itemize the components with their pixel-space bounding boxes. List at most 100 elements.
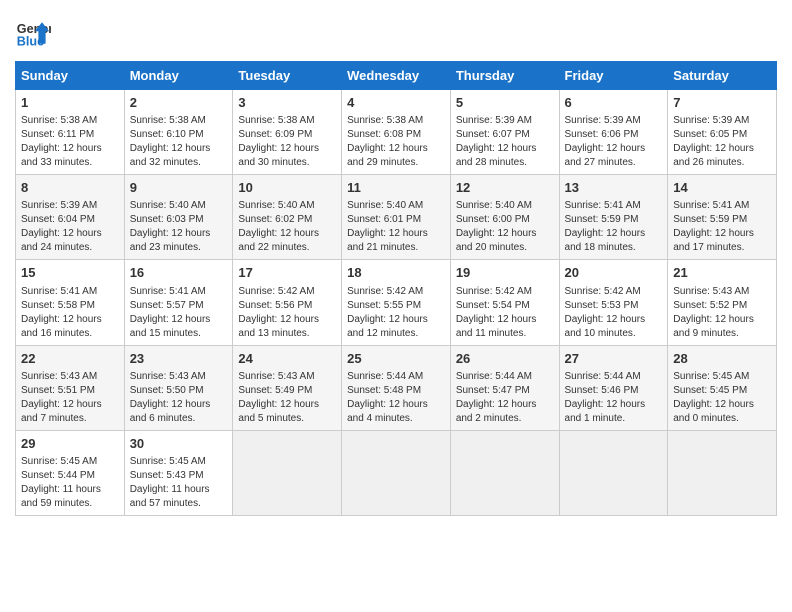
day-number: 28 [673,350,771,368]
day-header-sunday: Sunday [16,62,125,90]
sunrise-label: Sunrise: 5:38 AM [238,115,314,126]
day-number: 18 [347,264,445,282]
day-number: 21 [673,264,771,282]
sunrise-label: Sunrise: 5:45 AM [673,371,749,382]
calendar-week-row: 8 Sunrise: 5:39 AM Sunset: 6:04 PM Daylight… [16,175,777,260]
sunset-label: Sunset: 5:59 PM [673,214,747,225]
sunset-label: Sunset: 5:46 PM [565,385,639,396]
daylight-label: Daylight: 12 hours and 16 minutes. [21,314,102,339]
sunset-label: Sunset: 5:57 PM [130,300,204,311]
calendar-week-row: 29 Sunrise: 5:45 AM Sunset: 5:44 PM Dayligh… [16,430,777,515]
calendar-week-row: 15Sunrise: 5:41 AMSunset: 5:58 PMDayligh… [16,260,777,345]
day-number: 19 [456,264,554,282]
daylight-label: Daylight: 12 hours and 5 minutes. [238,399,319,424]
daylight-label: Daylight: 12 hours and 7 minutes. [21,399,102,424]
day-number: 22 [21,350,119,368]
day-header-saturday: Saturday [668,62,777,90]
sunrise-label: Sunrise: 5:41 AM [565,200,641,211]
sunset-label: Sunset: 5:44 PM [21,470,95,481]
sunrise-label: Sunrise: 5:39 AM [565,115,641,126]
sunrise-label: Sunrise: 5:38 AM [130,115,206,126]
sunrise-label: Sunrise: 5:44 AM [565,371,641,382]
sunrise-label: Sunrise: 5:39 AM [21,200,97,211]
day-number: 6 [565,94,663,112]
sunrise-label: Sunrise: 5:39 AM [673,115,749,126]
sunrise-label: Sunrise: 5:43 AM [238,371,314,382]
calendar-cell: 3 Sunrise: 5:38 AM Sunset: 6:09 PM Daylight… [233,90,342,175]
sunset-label: Sunset: 5:54 PM [456,300,530,311]
day-number: 10 [238,179,336,197]
day-header-tuesday: Tuesday [233,62,342,90]
calendar-cell: 30Sunrise: 5:45 AMSunset: 5:43 PMDayligh… [124,430,233,515]
sunrise-label: Sunrise: 5:42 AM [565,286,641,297]
calendar-cell: 7Sunrise: 5:39 AMSunset: 6:05 PMDaylight… [668,90,777,175]
calendar-cell: 20Sunrise: 5:42 AMSunset: 5:53 PMDayligh… [559,260,668,345]
calendar-week-row: 1Sunrise: 5:38 AMSunset: 6:11 PMDaylight… [16,90,777,175]
daylight-label: Daylight: 12 hours and 6 minutes. [130,399,211,424]
daylight-label: Daylight: 12 hours and 17 minutes. [673,228,754,253]
sunset-label: Sunset: 5:58 PM [21,300,95,311]
day-header-thursday: Thursday [450,62,559,90]
sunrise-label: Sunrise: 5:42 AM [238,286,314,297]
day-number: 27 [565,350,663,368]
sunset-label: Sunset: 5:56 PM [238,300,312,311]
calendar-cell: 16Sunrise: 5:41 AMSunset: 5:57 PMDayligh… [124,260,233,345]
day-number: 24 [238,350,336,368]
calendar-cell: 6Sunrise: 5:39 AMSunset: 6:06 PMDaylight… [559,90,668,175]
day-number: 29 [21,435,119,453]
daylight-label: Daylight: 12 hours and 29 minutes. [347,143,428,168]
calendar-cell: 23Sunrise: 5:43 AMSunset: 5:50 PMDayligh… [124,345,233,430]
daylight-label: Daylight: 12 hours and 11 minutes. [456,314,537,339]
sunset-label: Sunset: 5:51 PM [21,385,95,396]
day-number: 26 [456,350,554,368]
sunrise-label: Sunrise: 5:40 AM [456,200,532,211]
sunrise-label: Sunrise: 5:38 AM [347,115,423,126]
calendar-cell: 13Sunrise: 5:41 AMSunset: 5:59 PMDayligh… [559,175,668,260]
calendar-cell: 14Sunrise: 5:41 AMSunset: 5:59 PMDayligh… [668,175,777,260]
daylight-label: Daylight: 12 hours and 9 minutes. [673,314,754,339]
calendar-cell: 2Sunrise: 5:38 AMSunset: 6:10 PMDaylight… [124,90,233,175]
calendar-cell: 9Sunrise: 5:40 AMSunset: 6:03 PMDaylight… [124,175,233,260]
sunset-label: Sunset: 5:53 PM [565,300,639,311]
day-number: 2 [130,94,228,112]
day-number: 16 [130,264,228,282]
day-number: 30 [130,435,228,453]
day-number: 25 [347,350,445,368]
sunrise-label: Sunrise: 5:42 AM [347,286,423,297]
daylight-label: Daylight: 11 hours and 59 minutes. [21,484,101,509]
sunset-label: Sunset: 6:05 PM [673,129,747,140]
sunrise-label: Sunrise: 5:40 AM [347,200,423,211]
day-number: 23 [130,350,228,368]
daylight-label: Daylight: 12 hours and 10 minutes. [565,314,646,339]
sunset-label: Sunset: 5:45 PM [673,385,747,396]
sunset-label: Sunset: 5:52 PM [673,300,747,311]
logo-icon: General Blue [15,15,51,51]
daylight-label: Daylight: 12 hours and 23 minutes. [130,228,211,253]
sunrise-label: Sunrise: 5:39 AM [456,115,532,126]
page-header: General Blue [15,15,777,51]
sunset-label: Sunset: 5:50 PM [130,385,204,396]
sunset-label: Sunset: 6:04 PM [21,214,95,225]
calendar-cell [342,430,451,515]
sunset-label: Sunset: 6:11 PM [21,129,94,140]
daylight-label: Daylight: 12 hours and 2 minutes. [456,399,537,424]
day-number: 3 [238,94,336,112]
calendar-header-row: SundayMondayTuesdayWednesdayThursdayFrid… [16,62,777,90]
sunrise-label: Sunrise: 5:41 AM [673,200,749,211]
day-number: 5 [456,94,554,112]
calendar-cell: 22Sunrise: 5:43 AMSunset: 5:51 PMDayligh… [16,345,125,430]
daylight-label: Daylight: 12 hours and 27 minutes. [565,143,646,168]
day-number: 8 [21,179,119,197]
daylight-label: Daylight: 12 hours and 22 minutes. [238,228,319,253]
calendar-table: SundayMondayTuesdayWednesdayThursdayFrid… [15,61,777,516]
sunset-label: Sunset: 6:07 PM [456,129,530,140]
sunset-label: Sunset: 5:55 PM [347,300,421,311]
day-number: 12 [456,179,554,197]
day-number: 17 [238,264,336,282]
sunrise-label: Sunrise: 5:45 AM [130,456,206,467]
sunrise-label: Sunrise: 5:45 AM [21,456,97,467]
daylight-label: Daylight: 12 hours and 30 minutes. [238,143,319,168]
daylight-label: Daylight: 12 hours and 13 minutes. [238,314,319,339]
sunrise-label: Sunrise: 5:41 AM [130,286,206,297]
sunset-label: Sunset: 6:09 PM [238,129,312,140]
